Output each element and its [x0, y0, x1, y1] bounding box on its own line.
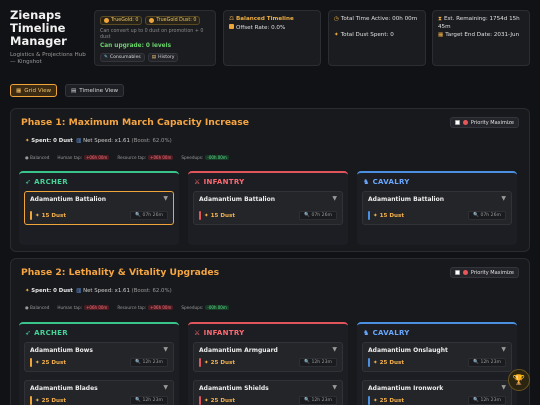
- priority-checkbox[interactable]: [454, 120, 460, 125]
- horse-icon: ♞: [363, 178, 370, 186]
- chevron-down-icon[interactable]: ▼: [332, 195, 337, 202]
- calendar-icon: ▤: [71, 87, 77, 94]
- crossed-swords-icon: ⚔: [194, 178, 201, 186]
- crossed-swords-icon: ⚔: [194, 329, 201, 337]
- grid-icon: ▦: [16, 87, 22, 94]
- cavalry-column: ♞ CAVALRY Adamantium Battalion ▼ ✦ 15 Dus…: [357, 171, 517, 245]
- archer-column: ➶ ARCHER Adamantium Bows ▼ ✦ 25 Dust 🔍 12…: [19, 322, 179, 405]
- phase-title: Phase 1: Maximum March Capacity Increase: [21, 117, 249, 128]
- offset-checkbox[interactable]: [229, 24, 234, 29]
- truegold-icon: [104, 18, 109, 23]
- horse-icon: ♞: [363, 329, 370, 337]
- upgrade-item[interactable]: Adamantium Onslaught ▼ ✦ 25 Dust 🔍 12h 2…: [362, 342, 512, 372]
- chevron-down-icon[interactable]: ▼: [501, 195, 506, 202]
- chevron-down-icon[interactable]: ▼: [501, 346, 506, 353]
- chevron-down-icon[interactable]: ▼: [163, 384, 168, 391]
- upgrade-text: Can upgrade: 0 levels: [100, 43, 172, 49]
- potion-icon: ✎: [104, 55, 108, 60]
- priority-maximize-toggle[interactable]: Priority Maximize: [449, 267, 519, 278]
- calendar-icon: ▦: [438, 32, 444, 38]
- phase-legend: ● Balanced Human tap: +06h 00m Resource t…: [25, 305, 229, 310]
- phase-title: Phase 2: Lethality & Vitality Upgrades: [21, 267, 220, 278]
- consumables-button[interactable]: ✎ Consumables: [100, 53, 145, 62]
- phase-legend: ● Balanced Human tap: +06h 00m Resource t…: [25, 155, 229, 160]
- upgrade-item[interactable]: Adamantium Blades ▼ ✦ 25 Dust 🔍 12h 23m: [24, 380, 174, 405]
- hourglass-icon: ⧗: [438, 16, 442, 22]
- app-subtitle: Logistics & Projections Hub — Kingshot: [10, 52, 86, 65]
- trophy-icon[interactable]: 🏆: [508, 369, 530, 391]
- timeline-mode-card: ⚖ Balanced Timeline Offset Rate: 0.0%: [223, 10, 321, 66]
- sparkle-icon: ✦: [25, 288, 30, 294]
- infantry-column: ⚔ INFANTRY Adamantium Battalion ▼ ✦ 15 Du…: [188, 171, 348, 245]
- dot-icon: ●: [25, 155, 29, 160]
- currency-card: TrueGold: 0 TrueGold Dust: 0 Can convert…: [94, 10, 216, 66]
- estimate-card: ⧗ Est. Remaining: 1754d 15h 45m ▦ Target E…: [432, 10, 530, 66]
- upgrade-item[interactable]: Adamantium Battalion ▼ ✦ 15 Dust 🔍 07h 2…: [193, 191, 343, 225]
- truegold-pill: TrueGold: 0: [100, 16, 143, 25]
- grid-view-button[interactable]: ▦ Grid View: [10, 84, 58, 97]
- dot-icon: ●: [25, 305, 29, 310]
- stats-card: ◷ Total Time Active: 00h 00m ✦ Total Dust …: [328, 10, 426, 66]
- priority-checkbox[interactable]: [454, 270, 460, 275]
- convert-note: Can convert up to 0 dust on promotion + …: [100, 29, 204, 40]
- archer-column: ➶ ARCHER Adamantium Battalion ▼ ✦ 15 Dust…: [19, 171, 179, 245]
- upgrade-item[interactable]: Adamantium Shields ▼ ✦ 25 Dust 🔍 12h 23m: [193, 380, 343, 405]
- history-button[interactable]: ▤ History: [147, 53, 179, 62]
- phase-1-panel: Phase 1: Maximum March Capacity Increase…: [10, 108, 530, 252]
- bow-icon: ➶: [25, 329, 32, 337]
- upgrade-item[interactable]: Adamantium Battalion ▼ ✦ 15 Dust 🔍 07h 2…: [24, 191, 174, 225]
- chevron-down-icon[interactable]: ▼: [163, 346, 168, 353]
- upgrade-item[interactable]: Adamantium Armguard ▼ ✦ 25 Dust 🔍 12h 23…: [193, 342, 343, 372]
- chevron-down-icon[interactable]: ▼: [501, 384, 506, 391]
- chevron-down-icon[interactable]: ▼: [332, 346, 337, 353]
- priority-dot-icon: [462, 270, 468, 275]
- upgrade-item[interactable]: Adamantium Bows ▼ ✦ 25 Dust 🔍 12h 23m: [24, 342, 174, 372]
- balance-icon: ⚖: [229, 16, 235, 22]
- chevron-down-icon[interactable]: ▼: [332, 384, 337, 391]
- timeline-view-button[interactable]: ▤ Timeline View: [65, 84, 125, 97]
- phase-2-panel: Phase 2: Lethality & Vitality Upgrades P…: [10, 258, 530, 405]
- cavalry-column: ♞ CAVALRY Adamantium Onslaught ▼ ✦ 25 Dus…: [357, 322, 517, 405]
- phase-spent: ✦ Spent: 0 Dust ▥ Net Speed: x1.61 (Boos…: [25, 138, 172, 144]
- sparkle-icon: ✦: [25, 138, 30, 144]
- upgrade-item[interactable]: Adamantium Ironwork ▼ ✦ 25 Dust 🔍 12h 23…: [362, 380, 512, 405]
- sparkle-icon: ✦: [334, 32, 339, 38]
- priority-dot-icon: [462, 120, 468, 125]
- chevron-down-icon[interactable]: ▼: [163, 195, 168, 202]
- upgrade-item[interactable]: Adamantium Battalion ▼ ✦ 15 Dust 🔍 07h 2…: [362, 191, 512, 225]
- bow-icon: ➶: [25, 178, 32, 186]
- app-title: Zienaps Timeline Manager: [10, 8, 67, 48]
- phase-spent: ✦ Spent: 0 Dust ▥ Net Speed: x1.61 (Boos…: [25, 288, 172, 294]
- chart-icon: ▥: [76, 138, 82, 144]
- infantry-column: ⚔ INFANTRY Adamantium Armguard ▼ ✦ 25 Dus…: [188, 322, 348, 405]
- truegold-dust-pill: TrueGold Dust: 0: [145, 16, 201, 25]
- chart-icon: ▥: [76, 288, 82, 294]
- dust-icon: [149, 18, 155, 23]
- clock-icon: ◷: [334, 16, 339, 22]
- priority-maximize-toggle[interactable]: Priority Maximize: [449, 117, 519, 128]
- scroll-icon: ▤: [151, 55, 157, 60]
